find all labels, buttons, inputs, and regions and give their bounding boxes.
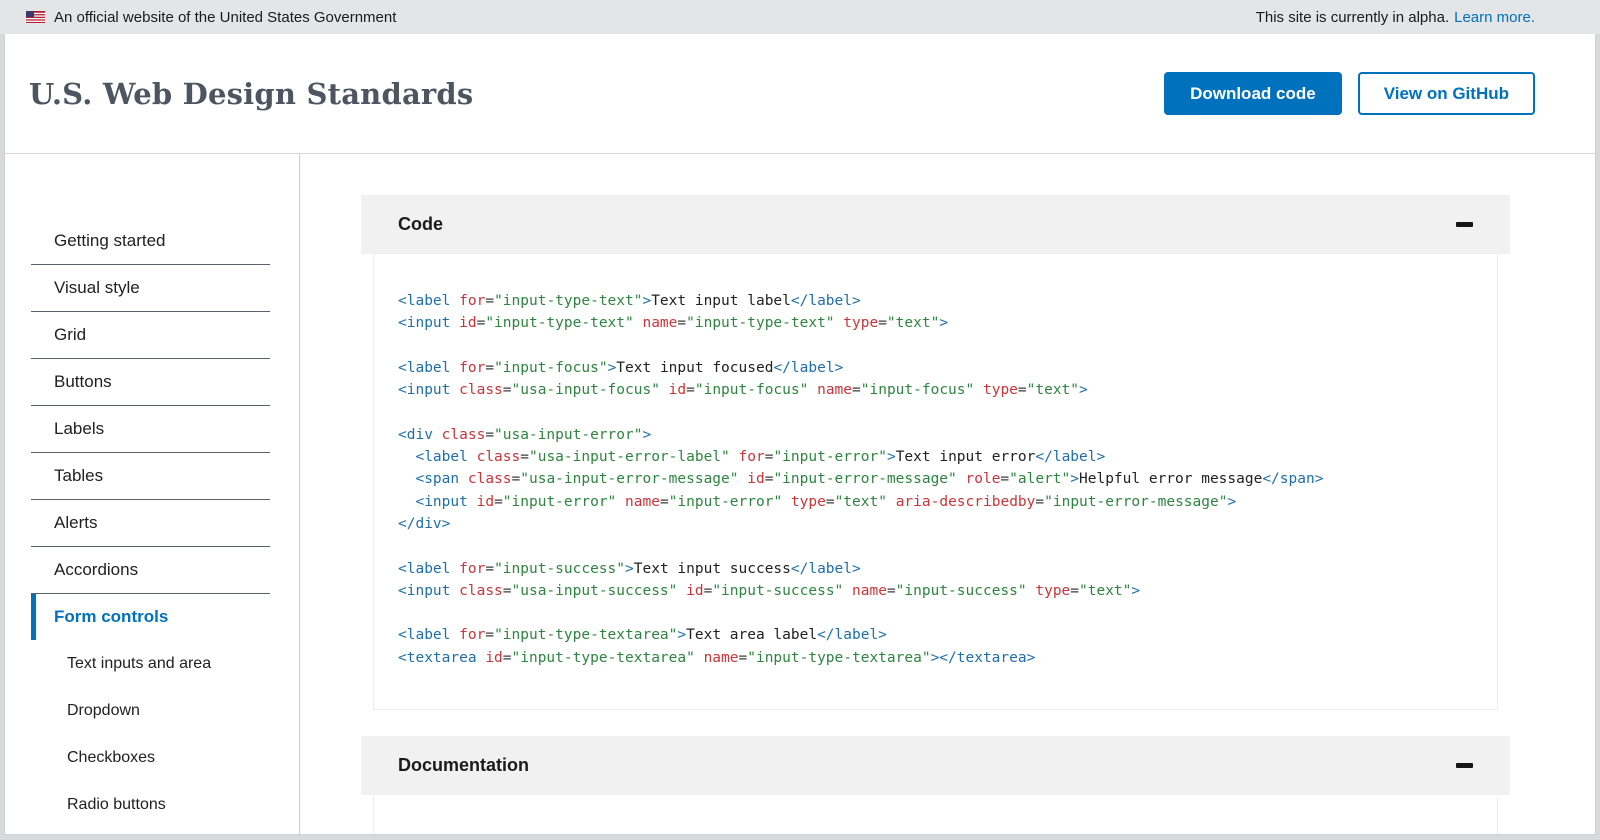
view-on-github-button[interactable]: View on GitHub bbox=[1358, 72, 1535, 115]
sidebar-subitem-checkboxes[interactable]: Checkboxes bbox=[31, 734, 270, 781]
sidebar-subitem-radio-buttons[interactable]: Radio buttons bbox=[31, 781, 270, 828]
sidebar-nav: Getting startedVisual styleGridButtonsLa… bbox=[5, 154, 300, 834]
alpha-status-text: This site is currently in alpha. bbox=[1256, 9, 1449, 26]
header-buttons: Download code View on GitHub bbox=[1164, 72, 1535, 115]
learn-more-link[interactable]: Learn more. bbox=[1454, 9, 1535, 26]
sidebar-item-alerts[interactable]: Alerts bbox=[31, 500, 270, 547]
sidebar-item-buttons[interactable]: Buttons bbox=[31, 359, 270, 406]
code-accordion: Code <label for="input-type-text">Text i… bbox=[361, 195, 1510, 710]
page-frame: U.S. Web Design Standards Download code … bbox=[4, 34, 1596, 835]
gov-banner-right: This site is currently in alpha. Learn m… bbox=[1256, 9, 1535, 26]
sidebar-subitem-dropdown[interactable]: Dropdown bbox=[31, 687, 270, 734]
sidebar-item-tables[interactable]: Tables bbox=[31, 453, 270, 500]
sidebar-item-labels[interactable]: Labels bbox=[31, 406, 270, 453]
sidebar-item-grid[interactable]: Grid bbox=[31, 312, 270, 359]
gov-banner-left: An official website of the United States… bbox=[26, 9, 396, 26]
sidebar-subitem-text-inputs-and-area[interactable]: Text inputs and area bbox=[31, 640, 270, 687]
banner-text: An official website of the United States… bbox=[54, 9, 396, 26]
body-row: Getting startedVisual styleGridButtonsLa… bbox=[5, 154, 1595, 834]
sidebar-item-getting-started[interactable]: Getting started bbox=[31, 218, 270, 265]
sidebar-item-form-controls[interactable]: Form controls bbox=[31, 594, 270, 640]
collapse-minus-icon bbox=[1456, 763, 1473, 768]
code-accordion-title: Code bbox=[398, 214, 443, 235]
code-accordion-content: <label for="input-type-text">Text input … bbox=[373, 254, 1498, 710]
site-header: U.S. Web Design Standards Download code … bbox=[5, 34, 1595, 154]
download-code-button[interactable]: Download code bbox=[1164, 72, 1342, 115]
gov-banner: An official website of the United States… bbox=[0, 0, 1600, 34]
documentation-accordion-title: Documentation bbox=[398, 755, 529, 776]
documentation-accordion-header[interactable]: Documentation bbox=[361, 736, 1510, 795]
us-flag-icon bbox=[26, 11, 45, 23]
documentation-accordion-content bbox=[373, 795, 1498, 835]
documentation-accordion: Documentation bbox=[361, 736, 1510, 835]
sidebar-list: Getting startedVisual styleGridButtonsLa… bbox=[31, 218, 270, 828]
collapse-minus-icon bbox=[1456, 222, 1473, 227]
site-title: U.S. Web Design Standards bbox=[29, 77, 473, 111]
sidebar-item-visual-style[interactable]: Visual style bbox=[31, 265, 270, 312]
main-content: Code <label for="input-type-text">Text i… bbox=[300, 154, 1595, 834]
code-sample: <label for="input-type-text">Text input … bbox=[398, 290, 1473, 669]
code-accordion-header[interactable]: Code bbox=[361, 195, 1510, 254]
sidebar-item-accordions[interactable]: Accordions bbox=[31, 547, 270, 594]
